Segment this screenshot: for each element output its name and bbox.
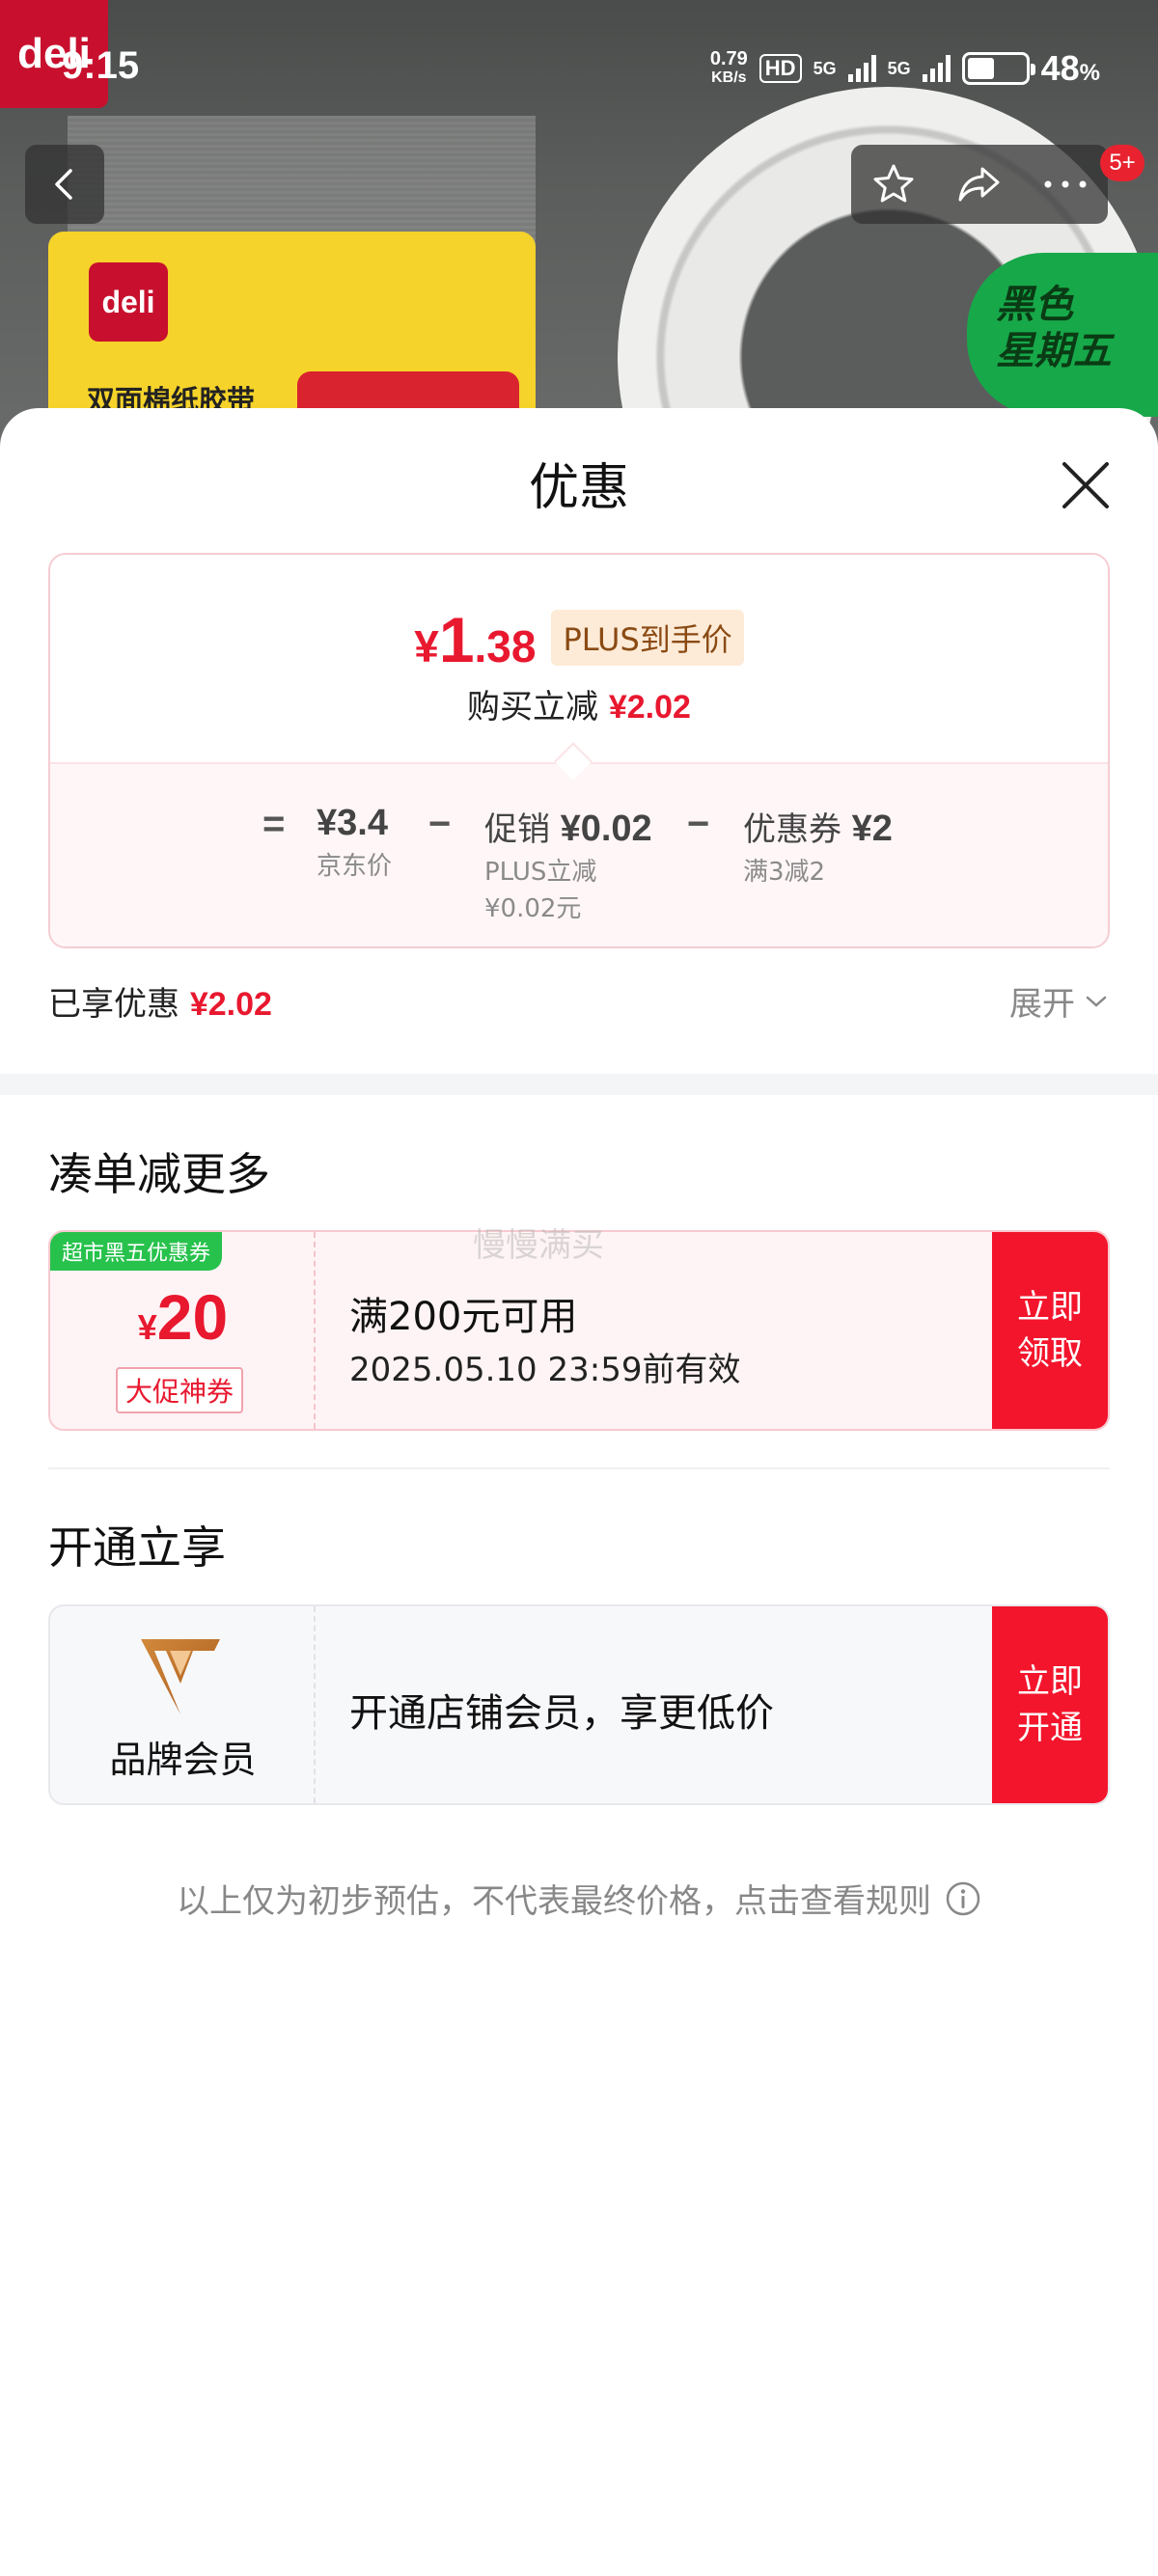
final-price-currency: ¥ (414, 621, 439, 671)
coupon-amount: ¥20 (50, 1280, 316, 1354)
message-count-badge: 5+ (1100, 145, 1144, 181)
enjoyed-label: 已享优惠 (48, 985, 179, 1024)
coupon-label: 优惠券 (743, 810, 841, 849)
chevron-down-icon (1086, 996, 1107, 1007)
instant-discount-label: 购买立减 (467, 688, 599, 726)
section-title-more: 凑单减更多 (48, 1148, 270, 1200)
coupon-condition: 满200元可用 (349, 1295, 578, 1339)
promo-value: ¥0.02 (560, 808, 652, 849)
favorite-button[interactable] (855, 145, 932, 224)
disclaimer-link[interactable]: 以上仅为初步预估，不代表最终价格，点击查看规则 (0, 1875, 1158, 1922)
coupon-sub: 满3减2 (743, 858, 826, 887)
package-brand-logo: deli (89, 262, 168, 342)
open-membership-button[interactable]: 立即开通 (992, 1606, 1108, 1803)
top-action-group (851, 145, 1108, 224)
member-label: 品牌会员 (109, 1739, 257, 1781)
coupon-type-tag: 超市黑五优惠券 (50, 1232, 223, 1271)
price-summary-top: ¥1.38 PLUS到手价 购买立减 ¥2.02 (50, 555, 1108, 762)
battery-percent-unit: % (1079, 60, 1100, 86)
member-description: 开通店铺会员，享更低价 (349, 1691, 774, 1736)
enjoyed-discount: 已享优惠 ¥2.02 (48, 977, 272, 1025)
final-price-int: 1 (438, 604, 475, 675)
coupon-value: ¥2 (851, 808, 893, 849)
close-icon (1062, 462, 1109, 508)
instant-discount-row: 购买立减 ¥2.02 (50, 680, 1108, 727)
instant-discount-amount: ¥2.02 (608, 689, 691, 726)
more-icon (1044, 180, 1087, 188)
sheet-title: 优惠 (528, 459, 629, 517)
claim-coupon-button[interactable]: 立即领取 (992, 1232, 1108, 1429)
divider-line (48, 1467, 1110, 1469)
signal-icon-1 (847, 55, 876, 82)
disclaimer-text: 以上仅为初步预估，不代表最终价格，点击查看规则 (177, 1882, 931, 1921)
section-divider (0, 1074, 1158, 1095)
section-title-join: 开通立享 (48, 1521, 226, 1574)
minus-sign-1: − (428, 803, 451, 846)
share-button[interactable] (941, 145, 1018, 224)
promo-sub-2: ¥0.02元 (484, 894, 582, 923)
black-friday-badge: 黑色 星期五 (967, 253, 1158, 417)
jd-price-label: 京东价 (317, 852, 393, 881)
close-button[interactable] (1057, 456, 1115, 514)
brand-member-logo-icon (141, 1639, 220, 1714)
info-icon (946, 1881, 980, 1915)
star-icon (873, 164, 914, 203)
enjoyed-amount: ¥2.02 (189, 986, 272, 1023)
minus-sign-2-text: − (687, 803, 710, 845)
status-bar: 9:15 0.79 KB/s HD 5G 5G 48% (0, 0, 1158, 135)
status-time: 9:15 (62, 44, 140, 87)
promo-sub-1: PLUS立减 (484, 858, 597, 887)
network-type-2: 5G (887, 58, 911, 78)
equals-sign-text: = (262, 803, 286, 845)
coupon-expiry: 2025.05.10 23:59前有效 (349, 1351, 741, 1389)
expand-button[interactable]: 展开 (1009, 977, 1108, 1025)
equals-sign: = (262, 803, 285, 846)
network-speed-value: 0.79 (709, 48, 748, 69)
promo-item: 促销 ¥0.02 PLUS立减 ¥0.02元 (484, 803, 652, 927)
coupon-amount-number: 20 (156, 1281, 229, 1353)
battery-icon (961, 52, 1035, 85)
coupon-currency: ¥ (137, 1307, 157, 1347)
promo-label: 促销 (484, 810, 550, 849)
back-arrow-icon (55, 169, 72, 200)
battery-percent-value: 48 (1040, 48, 1080, 88)
battery-fill (967, 58, 995, 79)
more-button[interactable] (1027, 145, 1104, 224)
share-icon (958, 167, 1000, 202)
plus-price-tag: PLUS到手价 (551, 610, 744, 666)
coupon-item: 优惠券 ¥2 满3减2 (743, 803, 893, 891)
network-type-1: 5G (813, 58, 837, 78)
back-button[interactable] (25, 145, 104, 224)
coupon-kind-tag: 大促神券 (116, 1367, 244, 1413)
final-price: ¥1.38 (414, 603, 536, 676)
package-header (68, 116, 536, 251)
signal-icon-2 (922, 55, 951, 82)
network-speed: 0.79 KB/s (710, 49, 748, 88)
promo-badge-text: 黑色 星期五 (996, 283, 1112, 373)
expand-label: 展开 (1009, 985, 1075, 1024)
watermark: 慢慢满买 (473, 1226, 604, 1265)
network-speed-unit: KB/s (711, 69, 747, 86)
jd-price-item: ¥3.4 京东价 (317, 803, 392, 885)
final-price-row: ¥1.38 PLUS到手价 (50, 603, 1108, 677)
minus-sign-2: − (687, 803, 709, 846)
member-card[interactable]: 品牌会员 开通店铺会员，享更低价 立即开通 (48, 1604, 1110, 1805)
member-logo-panel: 品牌会员 (50, 1606, 316, 1803)
hd-icon: HD (758, 54, 802, 83)
status-icons: 0.79 KB/s HD 5G 5G 48% (710, 48, 1100, 89)
price-summary-card: ¥1.38 PLUS到手价 购买立减 ¥2.02 = ¥3.4 京东价 − 促销… (48, 553, 1110, 948)
jd-price-value: ¥3.4 (317, 803, 388, 843)
discount-sheet: 优惠 ¥1.38 PLUS到手价 购买立减 ¥2.02 = ¥3.4 京东价 − (0, 408, 1158, 2576)
minus-sign-1-text: − (428, 803, 452, 845)
price-breakdown: = ¥3.4 京东价 − 促销 ¥0.02 PLUS立减 ¥0.02元 − 优惠… (50, 762, 1108, 946)
final-price-dec: .38 (474, 621, 537, 671)
battery-percent: 48% (1041, 48, 1100, 89)
